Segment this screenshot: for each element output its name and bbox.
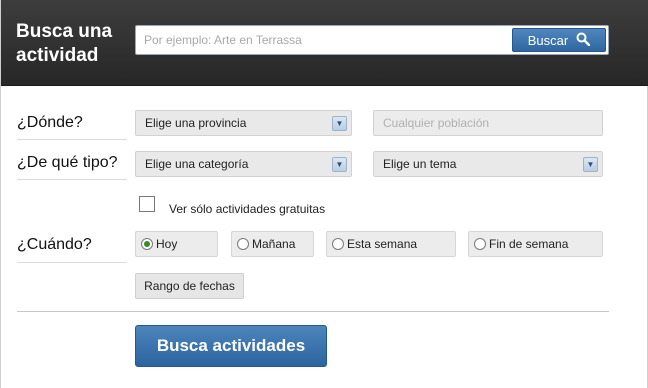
when-label-underline [17, 262, 127, 263]
search-input[interactable] [136, 26, 510, 54]
where-label-underline [17, 139, 127, 140]
search-button-label: Buscar [527, 32, 569, 48]
category-select[interactable]: Elige una categoría ▼ [135, 151, 352, 177]
province-select[interactable]: Elige una provincia ▼ [135, 110, 352, 136]
submit-search-button[interactable]: Busca actividades [135, 325, 327, 367]
when-option-label: Esta semana [347, 237, 418, 251]
province-select-value: Elige una provincia [145, 116, 247, 130]
chevron-down-icon: ▼ [332, 157, 347, 172]
search-box: Buscar [135, 25, 609, 55]
town-input-placeholder: Cualquier población [383, 116, 490, 130]
when-option-label: Fin de semana [489, 237, 569, 251]
free-only-label: Ver sólo actividades gratuitas [169, 202, 326, 216]
radio-icon [141, 238, 153, 250]
type-label: ¿De qué tipo? [17, 154, 118, 171]
chevron-down-icon: ▼ [583, 157, 598, 172]
when-option-weekend[interactable]: Fin de semana [468, 231, 603, 257]
search-button[interactable]: Buscar [512, 28, 606, 52]
when-option-label: Mañana [252, 237, 296, 251]
when-option-label: Hoy [156, 237, 178, 251]
radio-icon [474, 238, 486, 250]
where-label: ¿Dónde? [17, 114, 83, 131]
radio-icon [237, 238, 249, 250]
when-option-this-week[interactable]: Esta semana [326, 231, 456, 257]
chevron-down-icon: ▼ [332, 116, 347, 131]
topic-select[interactable]: Elige un tema ▼ [373, 151, 603, 177]
category-select-value: Elige una categoría [145, 157, 249, 171]
free-only-checkbox[interactable] [139, 196, 155, 212]
page-title: Busca una actividad [16, 21, 113, 66]
when-option-today[interactable]: Hoy [135, 231, 218, 257]
type-label-underline [17, 179, 127, 180]
search-icon [576, 32, 591, 49]
date-range-button[interactable]: Rango de fechas [135, 273, 244, 299]
when-label: ¿Cuándo? [17, 236, 92, 253]
town-input[interactable]: Cualquier población [373, 110, 603, 136]
divider [17, 311, 609, 312]
radio-icon [332, 238, 344, 250]
topic-select-value: Elige un tema [383, 157, 457, 171]
when-option-tomorrow[interactable]: Mañana [231, 231, 314, 257]
header-bar: Busca una actividad Buscar [1, 0, 648, 86]
search-panel: Busca una actividad Buscar ¿Dónde? Elige… [0, 0, 648, 388]
